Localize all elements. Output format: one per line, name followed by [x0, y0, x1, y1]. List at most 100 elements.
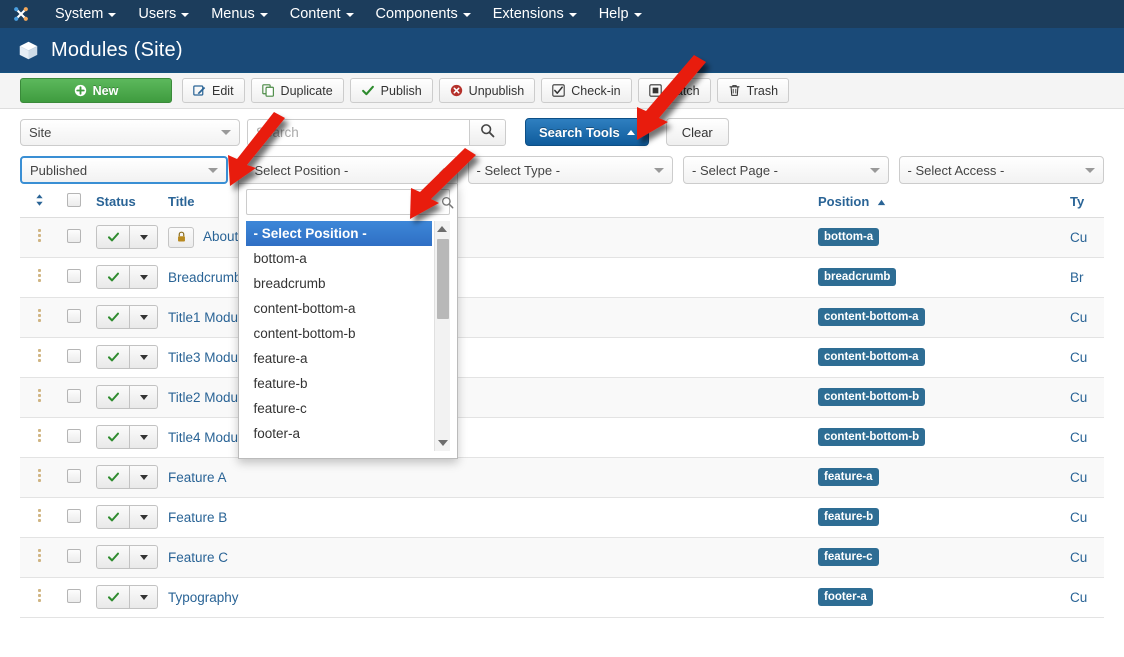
position-option[interactable]: footer-b	[246, 446, 432, 451]
search-tools-button[interactable]: Search Tools	[525, 118, 649, 146]
status-published-icon[interactable]	[96, 465, 130, 489]
scroll-up-arrow-icon[interactable]	[435, 221, 450, 237]
row-checkbox-cell[interactable]	[58, 297, 90, 338]
row-checkbox[interactable]	[67, 468, 81, 483]
row-status-cell[interactable]	[90, 377, 162, 418]
table-row[interactable]: Title4 Module V content-bottom-b Cu	[20, 417, 1104, 458]
drag-handle-icon[interactable]	[37, 547, 42, 564]
row-drag-handle-cell[interactable]	[20, 257, 58, 298]
topmenu-item-help[interactable]: Help	[588, 2, 653, 26]
drag-handle-icon[interactable]	[37, 427, 42, 444]
row-drag-handle-cell[interactable]	[20, 417, 58, 458]
row-checkbox[interactable]	[67, 548, 81, 563]
position-option[interactable]: breadcrumb	[246, 271, 432, 296]
table-row[interactable]: Feature C feature-c Cu	[20, 537, 1104, 578]
drag-handle-icon[interactable]	[37, 467, 42, 484]
row-status-cell[interactable]	[90, 337, 162, 378]
position-option[interactable]: footer-a	[246, 421, 432, 446]
duplicate-button[interactable]: Duplicate	[250, 78, 344, 103]
status-published-icon[interactable]	[96, 385, 130, 409]
row-checkbox[interactable]	[67, 268, 81, 283]
topmenu-item-system[interactable]: System	[44, 2, 127, 26]
status-published-icon[interactable]	[96, 225, 130, 249]
checkin-button[interactable]: Check-in	[541, 78, 632, 103]
status-published-icon[interactable]	[96, 345, 130, 369]
table-row[interactable]: Title2 Module V content-bottom-b Cu	[20, 377, 1104, 418]
status-button-group[interactable]	[96, 265, 158, 289]
row-checkbox-cell[interactable]	[58, 497, 90, 538]
table-row[interactable]: Title3 Module V content-bottom-a Cu	[20, 337, 1104, 378]
site-client-filter-select[interactable]: Site	[20, 118, 240, 146]
row-title-link[interactable]: Breadcrumbs	[168, 270, 248, 285]
position-option[interactable]: content-bottom-a	[246, 296, 432, 321]
trash-button[interactable]: Trash	[716, 78, 790, 103]
position-option[interactable]: feature-b	[246, 371, 432, 396]
status-published-icon[interactable]	[96, 585, 130, 609]
table-row[interactable]: Typography footer-a Cu	[20, 577, 1104, 618]
status-dropdown-toggle[interactable]	[130, 265, 158, 289]
row-checkbox[interactable]	[67, 348, 81, 363]
row-checkbox-cell[interactable]	[58, 217, 90, 258]
row-checkbox[interactable]	[67, 308, 81, 323]
table-row[interactable]: Title1 Module V content-bottom-a Cu	[20, 297, 1104, 338]
row-title-cell[interactable]: Feature B	[162, 497, 812, 538]
status-button-group[interactable]	[96, 545, 158, 569]
column-header-position[interactable]: Position	[812, 187, 1064, 218]
row-drag-handle-cell[interactable]	[20, 457, 58, 498]
row-checkbox[interactable]	[67, 428, 81, 443]
row-drag-handle-cell[interactable]	[20, 577, 58, 618]
status-button-group[interactable]	[96, 345, 158, 369]
row-checkbox[interactable]	[67, 388, 81, 403]
scrollbar-thumb[interactable]	[436, 239, 449, 319]
drag-handle-icon[interactable]	[37, 387, 42, 404]
row-title-link[interactable]: Feature B	[168, 510, 227, 525]
row-checkbox-cell[interactable]	[58, 577, 90, 618]
publish-button[interactable]: Publish	[349, 78, 433, 103]
position-dropdown-search-input[interactable]	[246, 190, 435, 214]
status-button-group[interactable]	[96, 385, 158, 409]
type-filter-select[interactable]: - Select Type -	[467, 156, 673, 184]
new-button[interactable]: New	[20, 78, 172, 103]
status-published-icon[interactable]	[96, 545, 130, 569]
row-status-cell[interactable]	[90, 537, 162, 578]
status-button-group[interactable]	[96, 585, 158, 609]
table-row[interactable]: Breadcrumbs breadcrumb Br	[20, 257, 1104, 298]
drag-handle-icon[interactable]	[37, 307, 42, 324]
batch-button[interactable]: Batch	[637, 78, 711, 103]
topmenu-item-extensions[interactable]: Extensions	[482, 2, 588, 26]
row-drag-handle-cell[interactable]	[20, 537, 58, 578]
row-status-cell[interactable]	[90, 417, 162, 458]
scroll-down-arrow-icon[interactable]	[435, 435, 450, 451]
row-title-cell[interactable]: Feature A	[162, 457, 812, 498]
row-status-cell[interactable]	[90, 257, 162, 298]
row-status-cell[interactable]	[90, 217, 162, 258]
position-option[interactable]: - Select Position -	[245, 221, 432, 246]
unpublish-button[interactable]: Unpublish	[438, 78, 536, 103]
joomla-logo-icon[interactable]	[6, 0, 36, 28]
table-row[interactable]: Feature A feature-a Cu	[20, 457, 1104, 498]
position-option[interactable]: feature-a	[246, 346, 432, 371]
position-option[interactable]: bottom-a	[246, 246, 432, 271]
topmenu-item-components[interactable]: Components	[365, 2, 482, 26]
row-checkbox-cell[interactable]	[58, 377, 90, 418]
row-status-cell[interactable]	[90, 577, 162, 618]
topmenu-item-content[interactable]: Content	[279, 2, 365, 26]
row-drag-handle-cell[interactable]	[20, 297, 58, 338]
status-dropdown-toggle[interactable]	[130, 305, 158, 329]
status-button-group[interactable]	[96, 305, 158, 329]
column-header-checkall[interactable]	[58, 187, 90, 218]
row-checkbox-cell[interactable]	[58, 537, 90, 578]
column-header-type[interactable]: Ty	[1064, 187, 1104, 218]
row-title-link[interactable]: Typography	[168, 590, 239, 605]
table-row[interactable]: About the bottom-a Cu	[20, 217, 1104, 258]
row-status-cell[interactable]	[90, 297, 162, 338]
search-input[interactable]	[247, 118, 469, 146]
row-title-link[interactable]: Feature A	[168, 470, 227, 485]
status-dropdown-toggle[interactable]	[130, 425, 158, 449]
row-title-cell[interactable]: Typography	[162, 577, 812, 618]
drag-handle-icon[interactable]	[37, 587, 42, 604]
position-option[interactable]: content-bottom-b	[246, 321, 432, 346]
row-checkbox-cell[interactable]	[58, 457, 90, 498]
access-filter-select[interactable]: - Select Access -	[898, 156, 1104, 184]
status-dropdown-toggle[interactable]	[130, 345, 158, 369]
